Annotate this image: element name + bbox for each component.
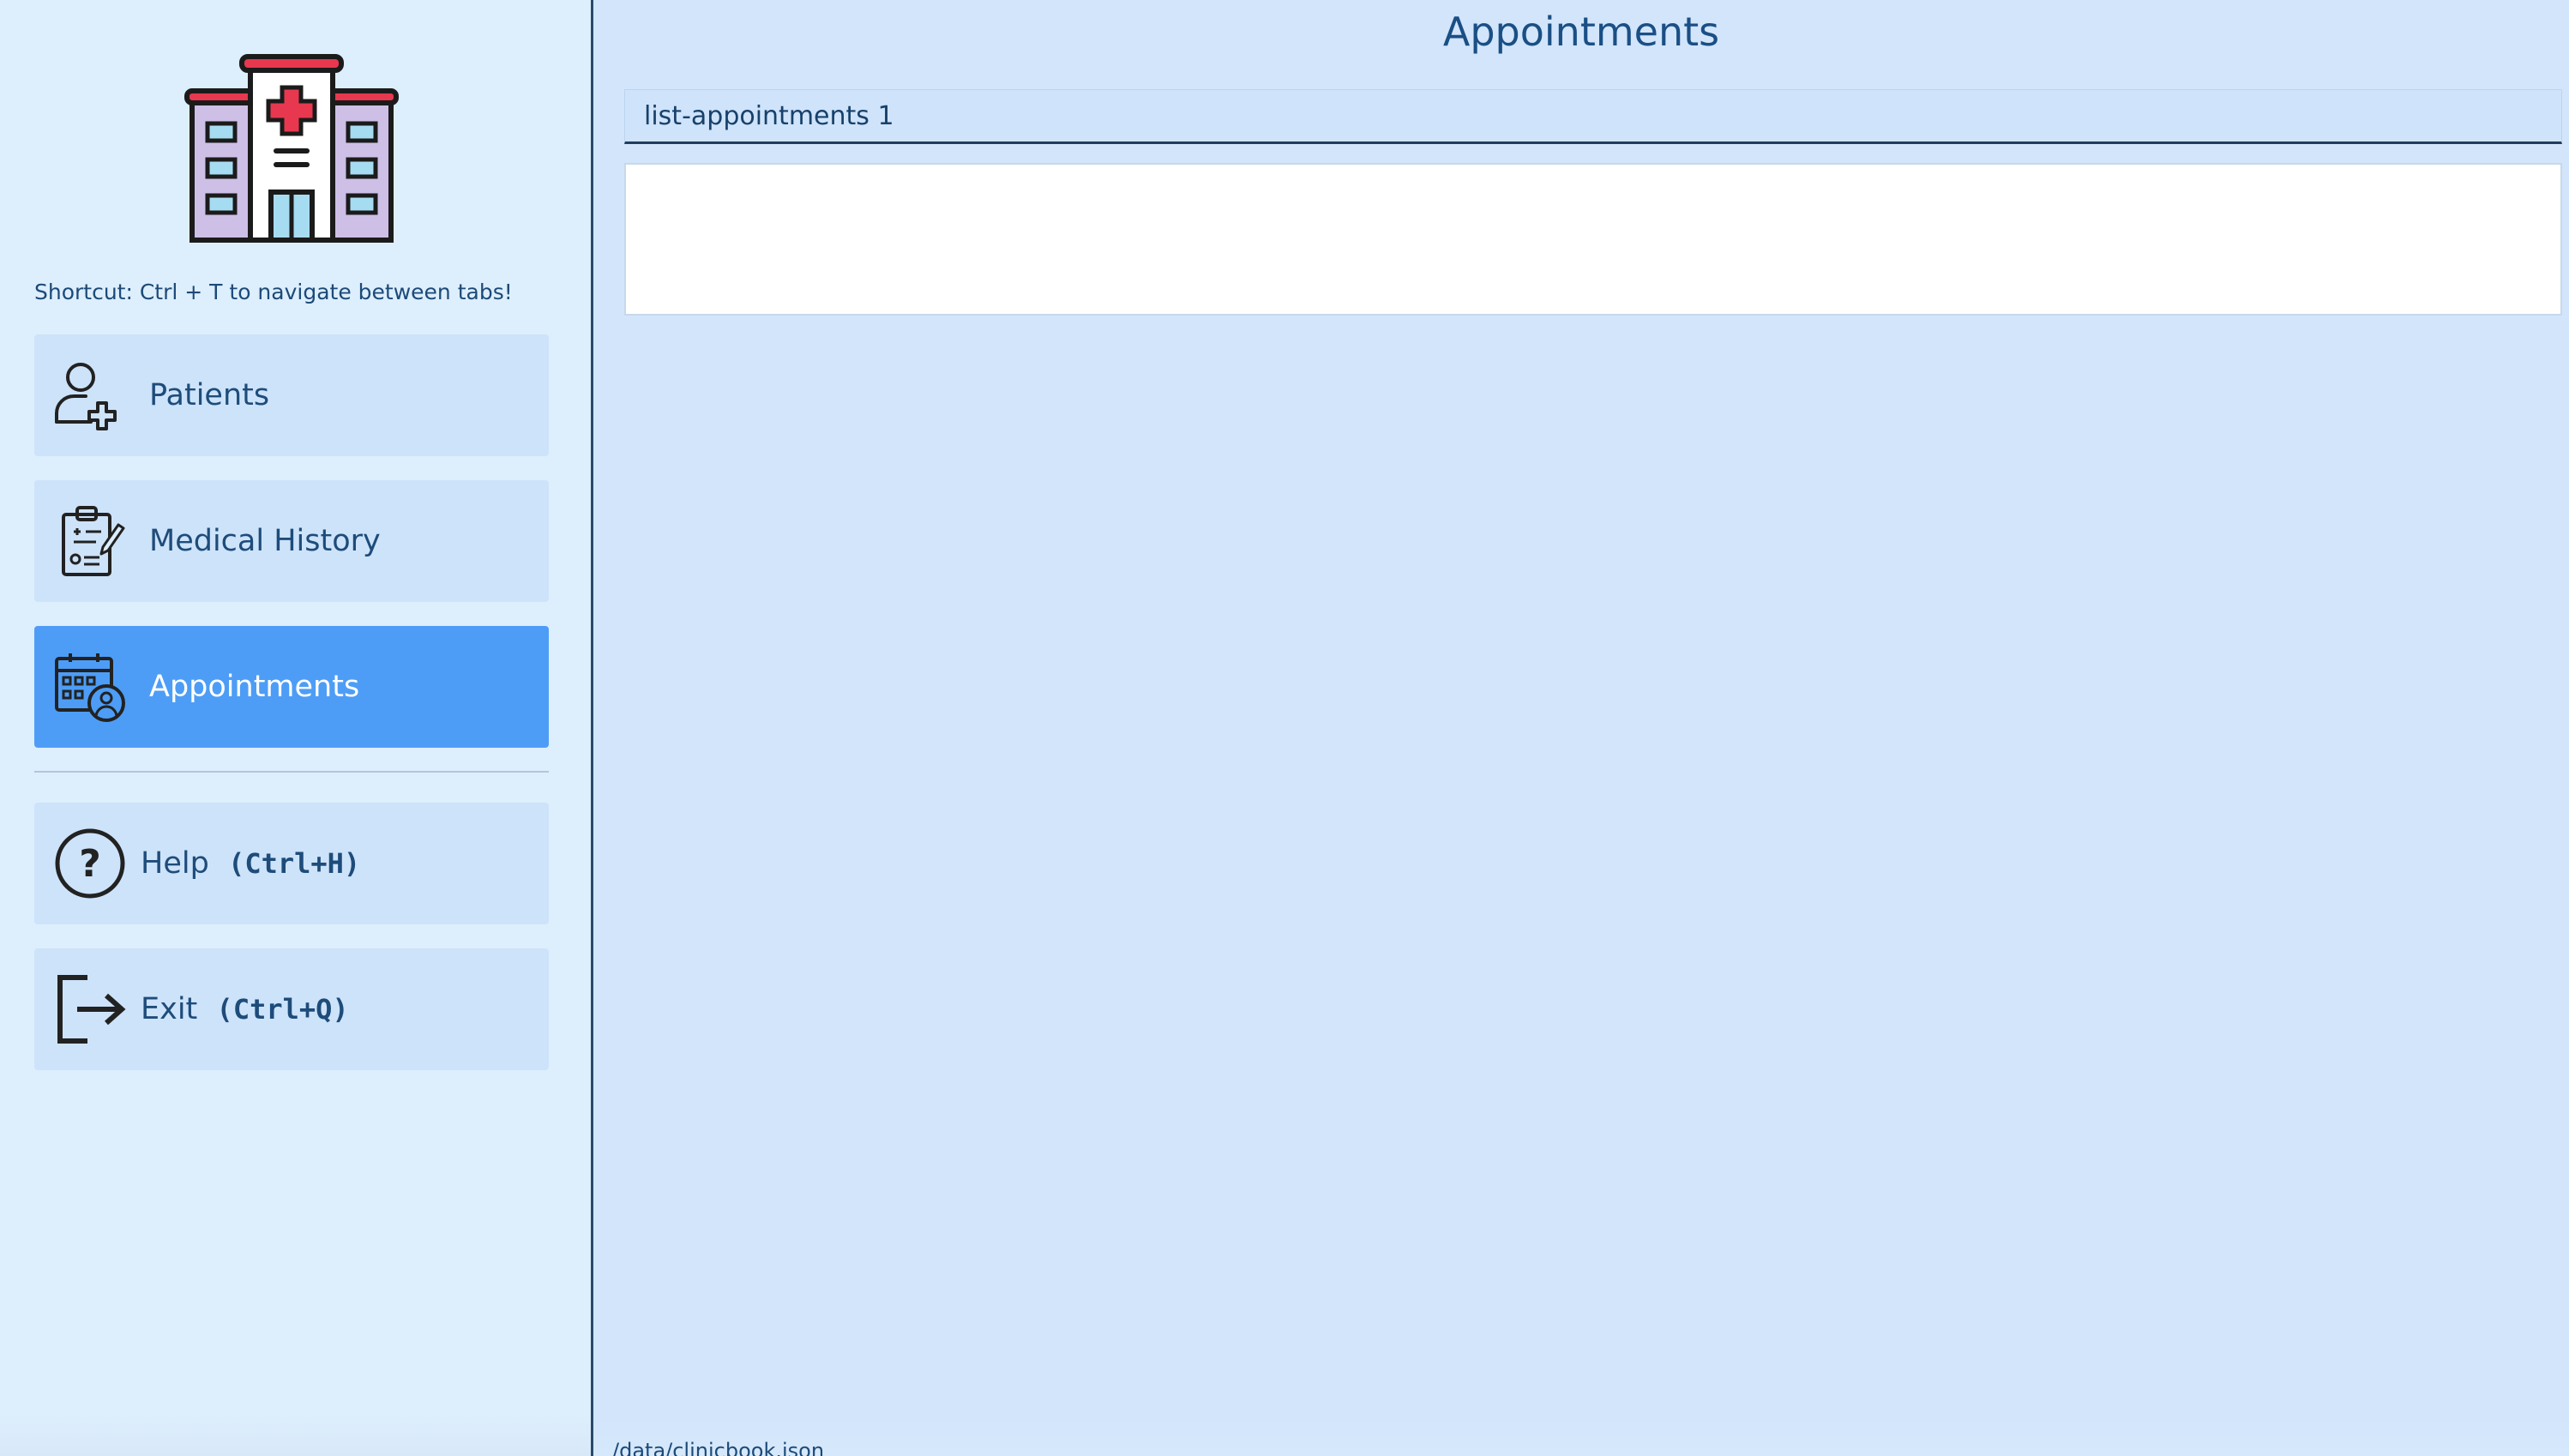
svg-text:?: ? (79, 842, 101, 886)
exit-label-group: Exit (Ctrl+Q) (141, 948, 349, 1070)
exit-label: Exit (141, 992, 198, 1026)
sidebar: Shortcut: Ctrl + T to navigate between t… (0, 0, 593, 1456)
sidebar-item-label: Appointments (149, 670, 360, 704)
sidebar-item-appointments[interactable]: Appointments (34, 626, 549, 748)
result-display (624, 163, 2562, 316)
sidebar-item-patients[interactable]: Patients (34, 334, 549, 456)
exit-shortcut: (Ctrl+Q) (216, 993, 349, 1026)
command-input[interactable] (625, 90, 2561, 141)
exit-button[interactable]: Exit (Ctrl+Q) (34, 948, 549, 1070)
clipboard-icon (62, 506, 125, 576)
hospital-icon (184, 54, 399, 243)
sidebar-item-label: Patients (149, 378, 270, 412)
calendar-doctor-icon (55, 653, 125, 722)
sidebar-item-label: Medical History (149, 524, 381, 558)
status-file-path: /data/clinicbook.json (612, 1439, 825, 1456)
command-box (624, 89, 2562, 144)
exit-icon (57, 975, 126, 1044)
help-button[interactable]: ? Help (Ctrl+H) (34, 803, 549, 924)
help-label-group: Help (Ctrl+H) (141, 803, 360, 924)
help-label: Help (141, 846, 209, 881)
page-title: Appointments (1442, 9, 1720, 55)
sidebar-item-medical-history[interactable]: Medical History (34, 480, 549, 602)
help-shortcut: (Ctrl+H) (228, 847, 361, 880)
app-window: Shortcut: Ctrl + T to navigate between t… (0, 0, 2569, 1456)
question-circle-icon: ? (55, 828, 125, 899)
main-panel: Appointments /data/clinicbook.json (593, 0, 2569, 1456)
sidebar-divider (34, 771, 549, 773)
add-user-icon (55, 363, 117, 430)
sidebar-footer (0, 1415, 591, 1456)
status-bar: /data/clinicbook.json (593, 1415, 2569, 1456)
shortcut-hint: Shortcut: Ctrl + T to navigate between t… (34, 280, 513, 304)
